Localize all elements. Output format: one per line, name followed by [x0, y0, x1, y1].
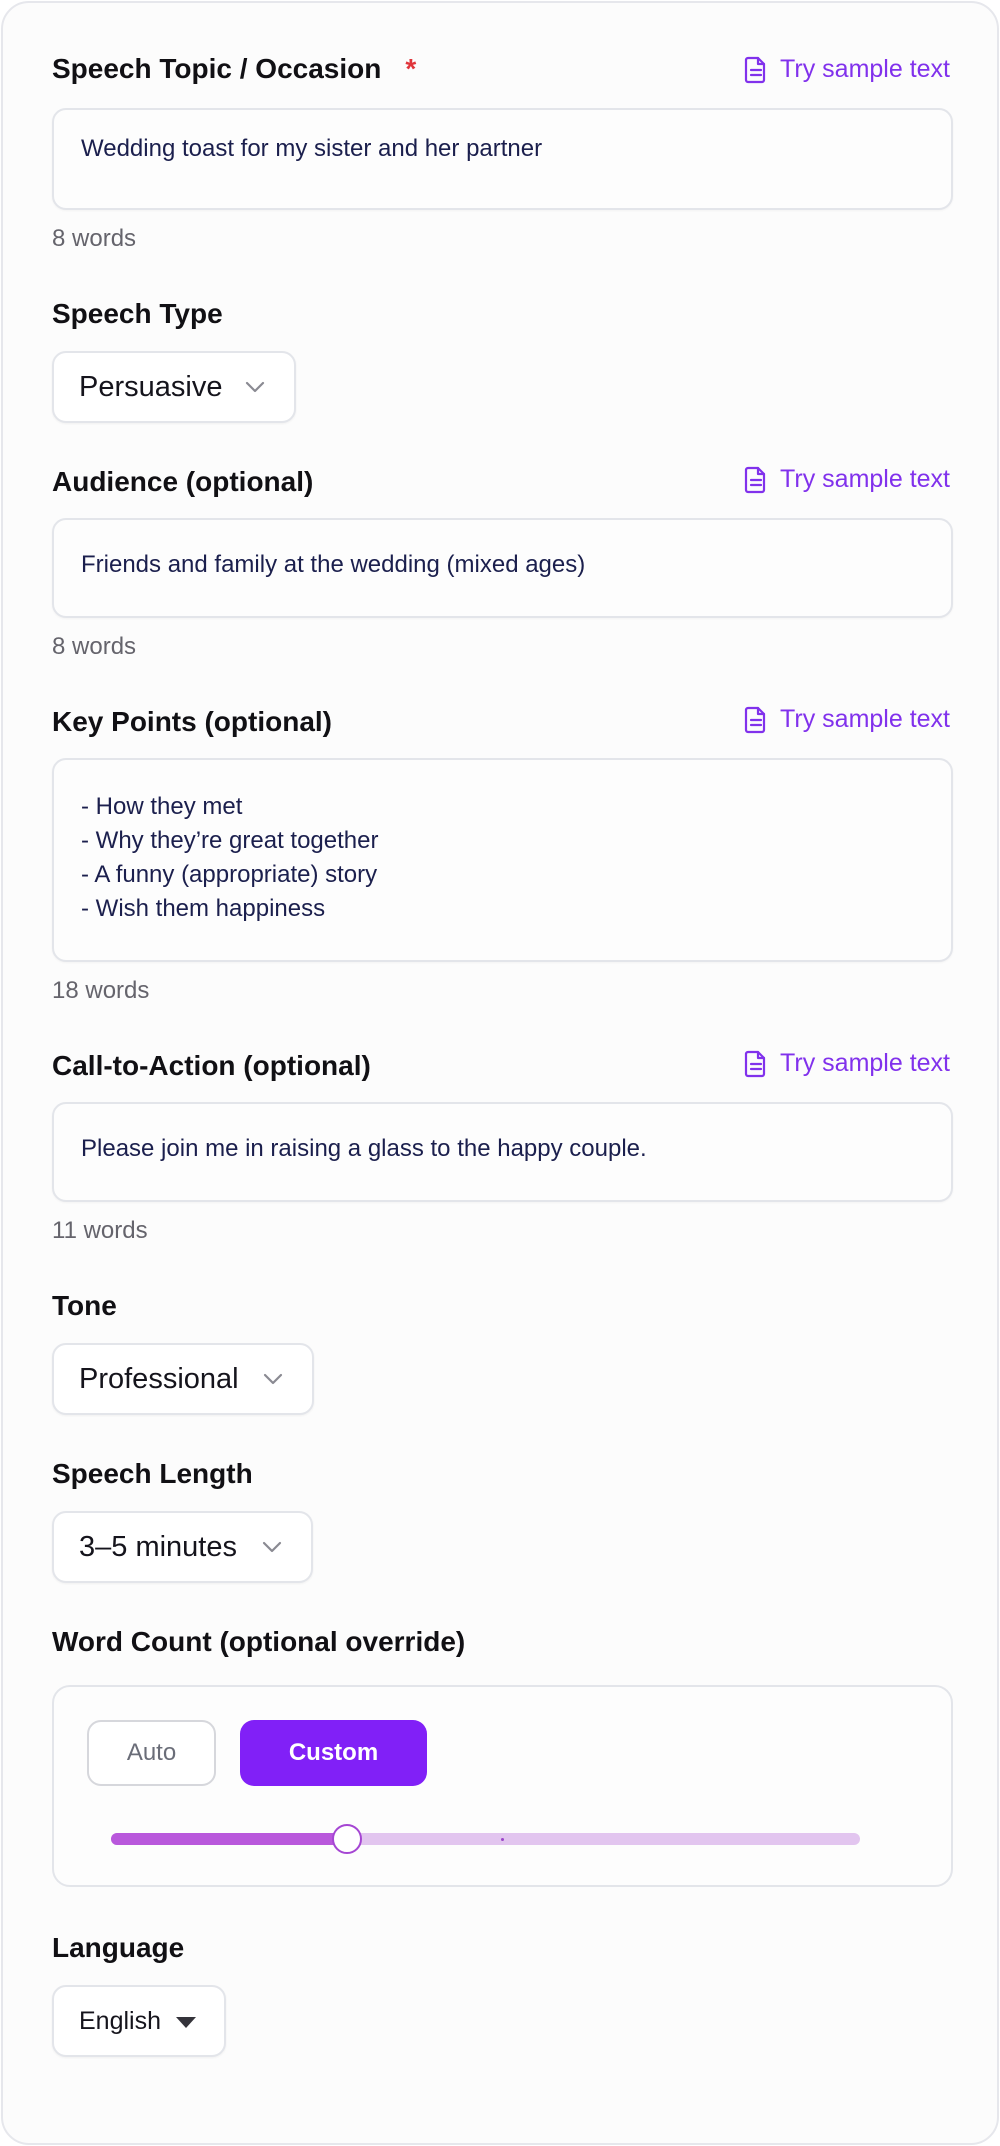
cta-word-count: 11 words — [52, 1217, 148, 1244]
auto-button[interactable]: Auto — [87, 1720, 216, 1786]
speech-type-label: Speech Type — [52, 298, 223, 329]
chevron-down-icon — [262, 1541, 282, 1553]
try-sample-label: Try sample text — [780, 465, 950, 493]
required-marker: * — [405, 53, 417, 84]
speech-type-select[interactable]: Persuasive — [52, 351, 296, 423]
try-sample-label: Try sample text — [780, 1049, 950, 1077]
key-points-label: Key Points (optional) — [52, 706, 332, 737]
custom-button[interactable]: Custom — [240, 1720, 427, 1786]
try-sample-label: Try sample text — [780, 55, 950, 83]
speech-length-label: Speech Length — [52, 1458, 253, 1489]
cta-try-sample-link[interactable]: Try sample text — [744, 1049, 950, 1078]
language-label: Language — [52, 1932, 185, 1963]
topic-label: Speech Topic / Occasion * — [52, 53, 417, 84]
language-value: English — [79, 2006, 161, 2035]
cta-label: Call-to-Action (optional) — [52, 1050, 371, 1081]
slider-fill — [111, 1833, 347, 1845]
word-count-slider[interactable] — [111, 1824, 860, 1854]
document-icon — [744, 466, 766, 493]
topic-word-count: 8 words — [52, 225, 137, 252]
slider-thumb[interactable] — [332, 1824, 362, 1854]
key-points-try-sample-link[interactable]: Try sample text — [744, 705, 950, 734]
audience-try-sample-link[interactable]: Try sample text — [744, 465, 950, 494]
speech-type-value: Persuasive — [79, 370, 223, 403]
cta-input[interactable]: Please join me in raising a glass to the… — [52, 1102, 953, 1202]
audience-word-count: 8 words — [52, 633, 137, 660]
language-select[interactable]: English — [52, 1985, 226, 2057]
document-icon — [744, 56, 766, 83]
caret-down-icon — [176, 2017, 196, 2028]
key-points-textarea[interactable]: - How they met - Why they’re great toget… — [52, 758, 953, 962]
speech-length-value: 3–5 minutes — [79, 1530, 237, 1563]
slider-midpoint-dot — [501, 1838, 504, 1841]
audience-label: Audience (optional) — [52, 466, 314, 497]
document-icon — [744, 1050, 766, 1077]
try-sample-label: Try sample text — [780, 705, 950, 733]
tone-value: Professional — [79, 1362, 239, 1395]
speech-length-select[interactable]: 3–5 minutes — [52, 1511, 313, 1583]
key-points-word-count: 18 words — [52, 977, 150, 1004]
word-count-label: Word Count (optional override) — [52, 1626, 466, 1657]
chevron-down-icon — [245, 381, 265, 393]
speech-form-card: Speech Topic / Occasion * Try sample text… — [1, 1, 999, 2145]
tone-label: Tone — [52, 1290, 117, 1321]
word-count-panel: Auto Custom — [52, 1685, 953, 1887]
document-icon — [744, 706, 766, 733]
topic-try-sample-link[interactable]: Try sample text — [744, 55, 950, 84]
tone-select[interactable]: Professional — [52, 1343, 314, 1415]
chevron-down-icon — [263, 1373, 283, 1385]
audience-input[interactable]: Friends and family at the wedding (mixed… — [52, 518, 953, 618]
topic-input[interactable]: Wedding toast for my sister and her part… — [52, 108, 953, 210]
